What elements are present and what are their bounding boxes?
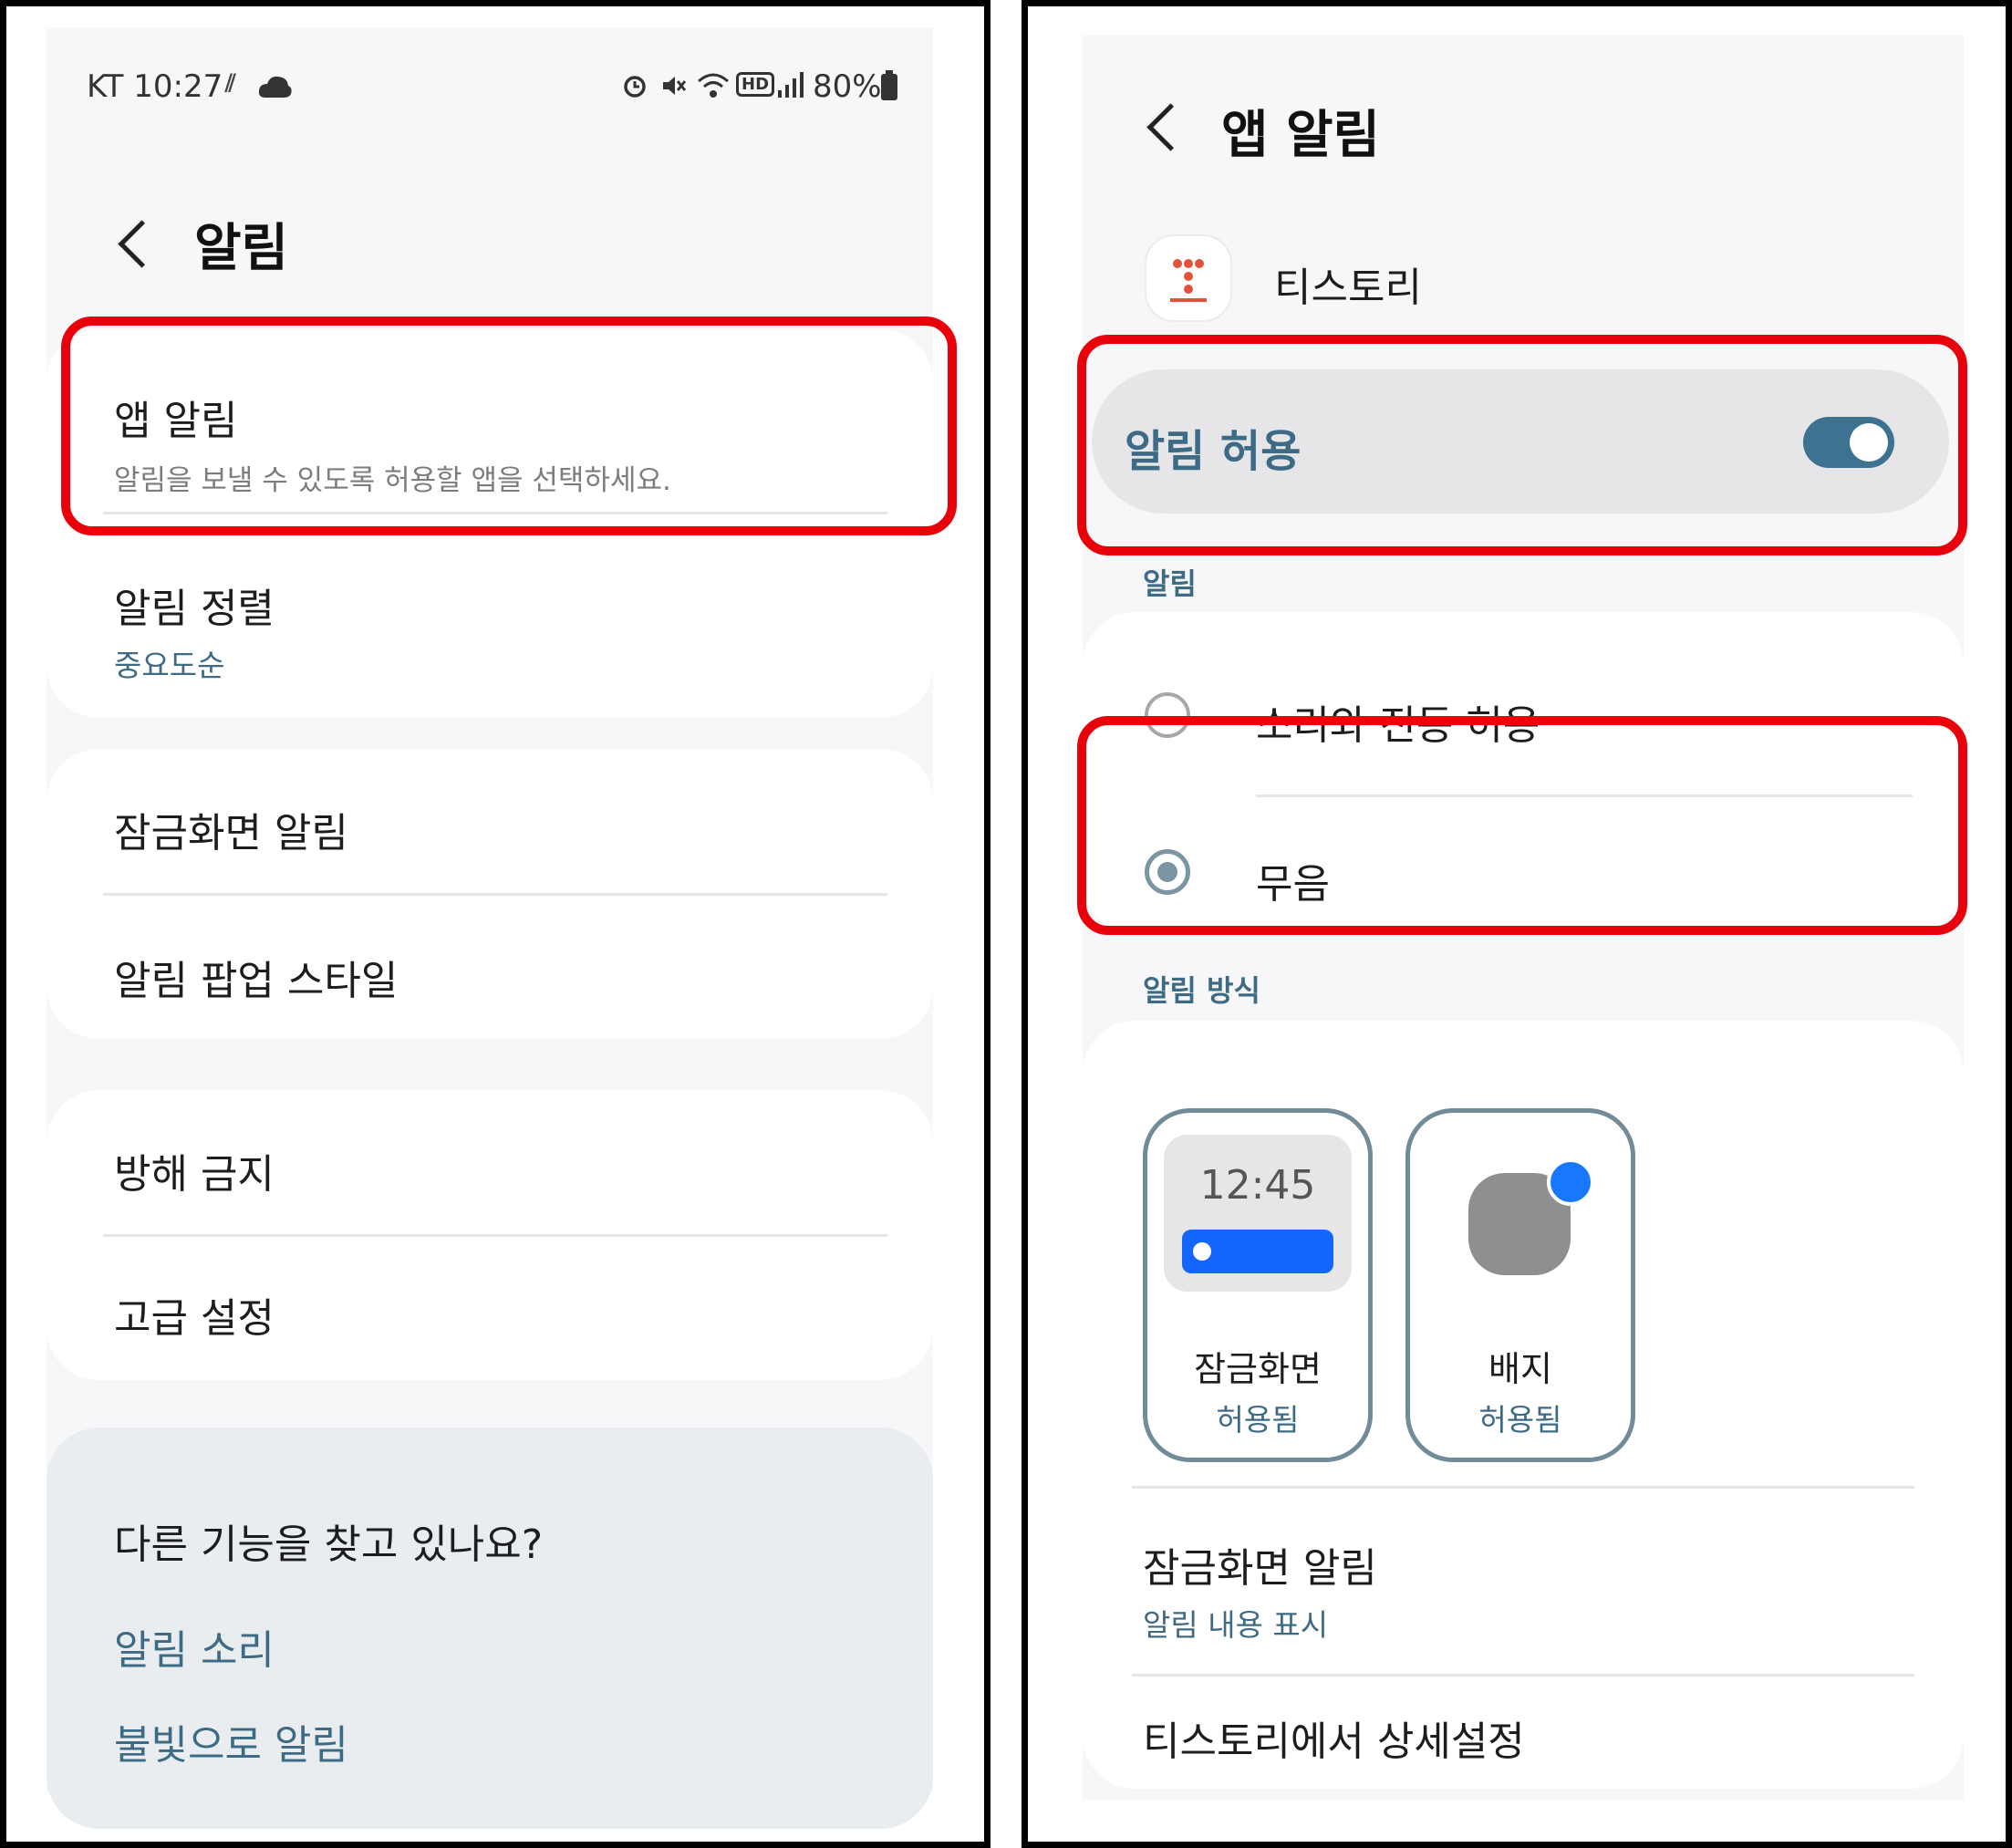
- card-other: 방해 금지 고급 설정: [47, 1090, 933, 1380]
- do-not-disturb-title: 방해 금지: [114, 1151, 275, 1198]
- lock-screen-notifications-item[interactable]: 잠금화면 알림 알림 내용 표시: [1083, 1490, 1964, 1672]
- tile-badge[interactable]: 배지 허용됨: [1405, 1108, 1635, 1462]
- sound-vibrate-radio[interactable]: [1145, 692, 1190, 738]
- silent-label: 무음: [1256, 861, 1330, 908]
- tistory-logo-icon: [1170, 259, 1207, 302]
- suggestions-title: 다른 기능을 찾고 있나요?: [114, 1521, 544, 1568]
- alert-options-card: 소리와 진동 허용 무음: [1083, 612, 1964, 933]
- app-notifications-subtitle: 알림을 보낼 수 있도록 허용할 앱을 선택하세요.: [114, 464, 671, 497]
- allow-notifications-label: 알림 허용: [1125, 426, 1302, 477]
- signal-icon: [778, 72, 804, 98]
- app-name: 티스토리: [1274, 265, 1422, 311]
- status-bar: KT 10:27 ⫽ HD 80%: [47, 65, 933, 109]
- preview-time: 12:45: [1199, 1162, 1316, 1209]
- divider: [1132, 1486, 1914, 1489]
- tile-badge-status: 허용됨: [1478, 1402, 1562, 1438]
- lock-screen-notifications-value: 알림 내용 표시: [1143, 1607, 1329, 1643]
- link-flash-notification[interactable]: 불빛으로 알림: [114, 1712, 348, 1770]
- section-alert-label: 알림: [1143, 566, 1197, 601]
- card-app-settings: 앱 알림 알림을 보낼 수 있도록 허용할 앱을 선택하세요. 알림 정렬 중요…: [47, 329, 933, 718]
- sound-vibrate-label: 소리와 진동 허용: [1256, 702, 1540, 749]
- rain-icon: ⫽: [225, 70, 236, 98]
- tile-lock-screen[interactable]: 12:45 잠금화면 허용됨: [1143, 1108, 1373, 1462]
- page-title: 앱 알림: [1221, 106, 1381, 165]
- tile-lock-screen-status: 허용됨: [1216, 1402, 1300, 1438]
- wifi-icon: [698, 73, 729, 98]
- divider: [1132, 1674, 1914, 1677]
- divider: [1256, 794, 1913, 797]
- preview-bar-dot: [1193, 1242, 1211, 1261]
- card-display: 잠금화면 알림 알림 팝업 스타일: [47, 749, 933, 1039]
- notifications-settings-screen: KT 10:27 ⫽ HD 80% 알림 앱 알림 알림을 보낼 수 있도록 허…: [47, 28, 933, 1829]
- allow-notifications-toggle[interactable]: [1803, 417, 1894, 468]
- app-notifications-item[interactable]: 앱 알림 알림을 보낼 수 있도록 허용할 앱을 선택하세요.: [47, 329, 933, 512]
- alert-style-card: 12:45 잠금화면 허용됨 배지 허용됨 잠금화면 알림 알림 내용 표시 티…: [1083, 1021, 1964, 1789]
- battery-icon: [881, 70, 897, 100]
- notification-sort-item[interactable]: 알림 정렬 중요도순: [47, 515, 933, 698]
- cloud-icon: [258, 76, 292, 98]
- popup-style-item[interactable]: 알림 팝업 스타일: [47, 897, 933, 1039]
- app-notification-detail-screen: 앱 알림 티스토리 알림 허용 알림 소리와 진동 허용 무음 알림 방식 12…: [1083, 36, 1964, 1800]
- app-detail-settings-item[interactable]: 티스토리에서 상세설정: [1083, 1677, 1964, 1789]
- badge-dot-icon: [1547, 1158, 1594, 1206]
- preview-notification-bar: [1182, 1230, 1333, 1273]
- notification-sort-value: 중요도순: [114, 648, 225, 683]
- carrier-time: KT 10:27: [87, 68, 223, 105]
- page-title: 알림: [194, 219, 289, 278]
- app-icon: [1146, 236, 1230, 320]
- advanced-settings-item[interactable]: 고급 설정: [47, 1238, 933, 1380]
- option-silent[interactable]: 무음: [1083, 798, 1964, 933]
- divider: [103, 893, 887, 896]
- mute-icon: [663, 77, 687, 95]
- lock-screen-notifications-title: 잠금화면 알림: [114, 810, 348, 857]
- section-style-label: 알림 방식: [1143, 973, 1260, 1008]
- tile-badge-title: 배지: [1488, 1349, 1552, 1389]
- tile-lock-screen-title: 잠금화면: [1194, 1349, 1322, 1389]
- lock-screen-notifications-item[interactable]: 잠금화면 알림: [47, 749, 933, 893]
- divider: [103, 1234, 887, 1237]
- link-notification-sound[interactable]: 알림 소리: [114, 1617, 275, 1676]
- silent-radio[interactable]: [1145, 849, 1190, 895]
- app-notifications-title: 앱 알림: [114, 398, 238, 444]
- allow-notifications-row[interactable]: 알림 허용: [1092, 369, 1949, 514]
- left-screenshot: KT 10:27 ⫽ HD 80% 알림 앱 알림 알림을 보낼 수 있도록 허…: [0, 0, 990, 1848]
- lock-screen-preview: 12:45: [1164, 1135, 1352, 1292]
- suggestions-card: 다른 기능을 찾고 있나요? 알림 소리 불빛으로 알림: [47, 1428, 933, 1829]
- hd-icon: HD: [736, 72, 775, 97]
- alarm-icon: [624, 76, 646, 98]
- battery-level: 80%: [813, 68, 882, 105]
- notification-sort-title: 알림 정렬: [114, 586, 275, 632]
- lock-screen-notifications-title: 잠금화면 알림: [1143, 1545, 1377, 1592]
- app-detail-settings-title: 티스토리에서 상세설정: [1143, 1718, 1525, 1765]
- option-sound-vibrate[interactable]: 소리와 진동 허용: [1083, 612, 1964, 765]
- advanced-settings-title: 고급 설정: [114, 1295, 275, 1342]
- do-not-disturb-item[interactable]: 방해 금지: [47, 1090, 933, 1234]
- back-button[interactable]: [118, 220, 166, 268]
- right-screenshot: 앱 알림 티스토리 알림 허용 알림 소리와 진동 허용 무음 알림 방식 12…: [1022, 0, 2012, 1848]
- divider: [103, 512, 887, 514]
- popup-style-title: 알림 팝업 스타일: [114, 958, 399, 1004]
- back-button[interactable]: [1146, 103, 1195, 151]
